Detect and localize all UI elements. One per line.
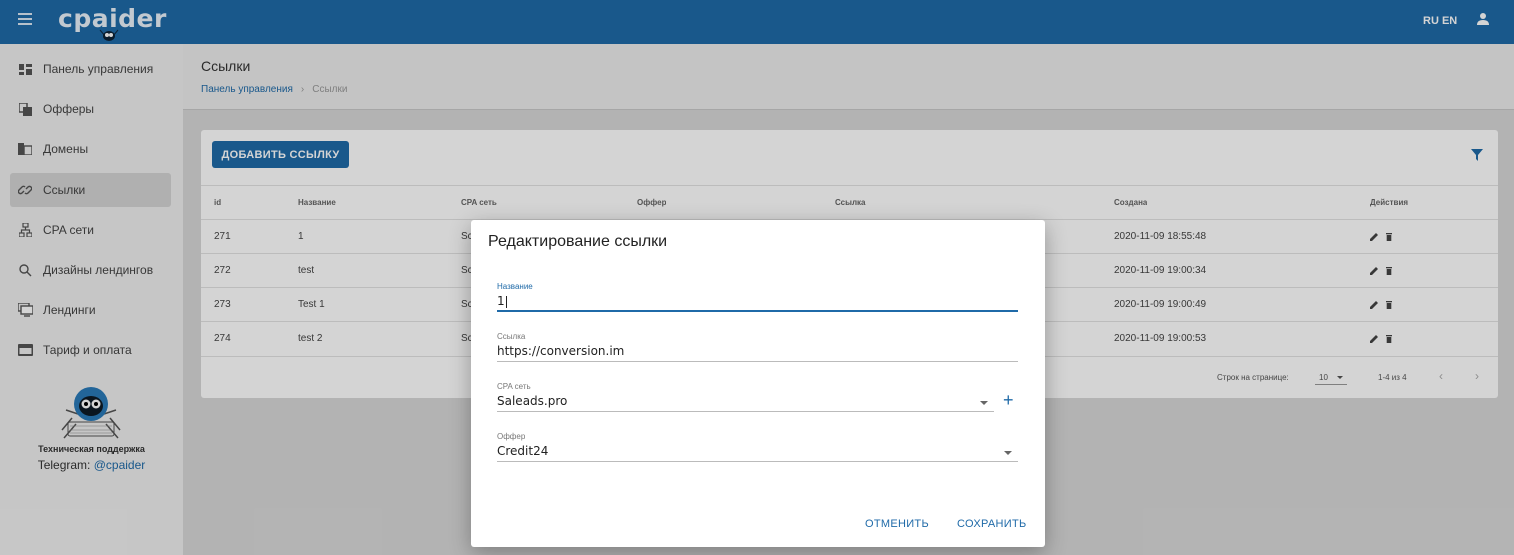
name-input-value: 1 bbox=[497, 294, 505, 308]
save-button[interactable]: СОХРАНИТЬ bbox=[957, 518, 1027, 530]
cpa-network-field[interactable]: CPA сеть Saleads.pro bbox=[497, 382, 994, 412]
cpa-network-field-label: CPA сеть bbox=[497, 382, 531, 391]
name-input[interactable]: 1 bbox=[497, 294, 1018, 312]
dialog-title: Редактирование ссылки bbox=[488, 233, 668, 250]
text-cursor bbox=[505, 295, 507, 308]
link-input[interactable]: https://conversion.im bbox=[497, 344, 1018, 362]
link-field-label: Ссылка bbox=[497, 332, 526, 341]
cancel-button[interactable]: ОТМЕНИТЬ bbox=[865, 518, 929, 530]
chevron-down-icon bbox=[980, 401, 988, 405]
cpa-network-select[interactable]: Saleads.pro bbox=[497, 394, 994, 412]
cpa-network-value: Saleads.pro bbox=[497, 394, 568, 408]
chevron-down-icon bbox=[1004, 451, 1012, 455]
offer-value: Credit24 bbox=[497, 444, 549, 458]
edit-link-dialog: Редактирование ссылки Название 1 Ссылка … bbox=[471, 220, 1045, 547]
name-field-label: Название bbox=[497, 282, 533, 291]
offer-select[interactable]: Credit24 bbox=[497, 444, 1018, 462]
offer-field[interactable]: Оффер Credit24 bbox=[497, 432, 1018, 462]
offer-field-label: Оффер bbox=[497, 432, 526, 441]
link-field[interactable]: Ссылка https://conversion.im bbox=[497, 332, 1018, 362]
name-field[interactable]: Название 1 bbox=[497, 282, 1018, 312]
add-cpa-network-button[interactable]: + bbox=[1003, 391, 1014, 409]
